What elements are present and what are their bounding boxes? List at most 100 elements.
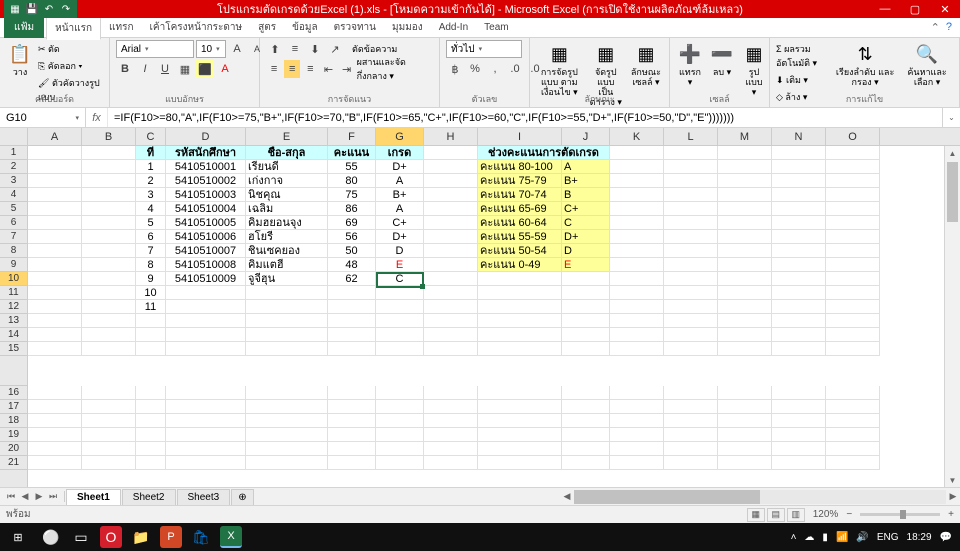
cell[interactable] (82, 272, 136, 286)
col-header[interactable]: H (424, 128, 478, 145)
cell[interactable] (424, 328, 478, 342)
cell[interactable]: C+ (562, 202, 610, 216)
cell[interactable] (826, 258, 880, 272)
cell[interactable]: 56 (328, 230, 376, 244)
cell[interactable] (610, 428, 664, 442)
cell[interactable] (82, 442, 136, 456)
cell[interactable] (718, 244, 772, 258)
cell[interactable] (718, 272, 772, 286)
cell[interactable] (610, 442, 664, 456)
cell[interactable] (826, 286, 880, 300)
cell[interactable] (772, 428, 826, 442)
cell[interactable] (28, 188, 82, 202)
cell[interactable] (28, 216, 82, 230)
horizontal-scrollbar[interactable] (574, 490, 946, 504)
cell[interactable] (246, 400, 328, 414)
row-header[interactable]: 11 (0, 286, 27, 300)
cell[interactable] (772, 400, 826, 414)
col-header[interactable]: E (246, 128, 328, 145)
cell[interactable] (826, 428, 880, 442)
cell[interactable]: คะแนน 80-100 (478, 160, 562, 174)
undo-icon[interactable]: ↶ (42, 2, 56, 16)
cell[interactable]: คะแนน 0-49 (478, 258, 562, 272)
tab-layout[interactable]: เค้าโครงหน้ากระดาษ (142, 17, 251, 38)
excel-taskbar-icon[interactable]: X (220, 526, 242, 548)
search-icon[interactable]: ⚪ (36, 523, 66, 551)
cell[interactable] (718, 230, 772, 244)
cell[interactable] (664, 174, 718, 188)
cell[interactable] (664, 300, 718, 314)
cell[interactable] (718, 314, 772, 328)
cell[interactable] (562, 314, 610, 328)
cell[interactable] (664, 442, 718, 456)
vertical-scrollbar[interactable]: ▲ ▼ (944, 146, 960, 487)
cell[interactable] (424, 202, 478, 216)
cell[interactable]: 48 (328, 258, 376, 272)
cell[interactable] (718, 342, 772, 356)
cell[interactable] (772, 146, 826, 160)
row-header[interactable]: 1 (0, 146, 27, 160)
cell[interactable] (28, 146, 82, 160)
onedrive-icon[interactable]: ☁ (804, 532, 814, 543)
cell[interactable] (826, 216, 880, 230)
cell[interactable] (82, 216, 136, 230)
cell[interactable] (246, 328, 328, 342)
cell[interactable] (772, 216, 826, 230)
cell[interactable] (478, 414, 562, 428)
sheet-tab[interactable]: Sheet2 (122, 489, 176, 505)
cell[interactable] (772, 386, 826, 400)
cell[interactable] (424, 300, 478, 314)
cell[interactable] (376, 286, 424, 300)
cell[interactable] (28, 174, 82, 188)
hscroll-right-icon[interactable]: ▶ (946, 491, 960, 502)
increase-decimal-icon[interactable]: .0 (506, 60, 524, 78)
cell[interactable] (136, 414, 166, 428)
cell[interactable] (826, 188, 880, 202)
cell[interactable] (424, 244, 478, 258)
cell[interactable] (166, 300, 246, 314)
cell[interactable]: ฮโยรี (246, 230, 328, 244)
cell[interactable] (610, 286, 664, 300)
cell[interactable] (478, 342, 562, 356)
cell[interactable] (28, 286, 82, 300)
cell[interactable] (718, 188, 772, 202)
save-icon[interactable]: 💾 (25, 2, 39, 16)
cell[interactable] (246, 300, 328, 314)
cell[interactable] (772, 300, 826, 314)
cell[interactable] (28, 314, 82, 328)
cell[interactable] (610, 258, 664, 272)
cell[interactable]: 5410510002 (166, 174, 246, 188)
sheet-nav-last-icon[interactable]: ⏭ (46, 491, 60, 502)
align-bottom-icon[interactable]: ⬇ (306, 40, 324, 58)
percent-icon[interactable]: % (466, 60, 484, 78)
tab-addin[interactable]: Add-In (431, 19, 476, 36)
normal-view-button[interactable]: ▦ (747, 508, 765, 522)
cell[interactable] (82, 314, 136, 328)
cell[interactable] (610, 328, 664, 342)
task-view-icon[interactable]: ▭ (66, 523, 96, 551)
cell[interactable] (478, 328, 562, 342)
cell[interactable] (772, 258, 826, 272)
cell[interactable]: C (562, 216, 610, 230)
cell[interactable]: 5410510005 (166, 216, 246, 230)
cell[interactable] (826, 442, 880, 456)
wifi-icon[interactable]: 📶 (836, 532, 848, 543)
cell[interactable] (610, 314, 664, 328)
cell[interactable]: 2 (136, 174, 166, 188)
cell[interactable] (718, 286, 772, 300)
fill-button[interactable]: ⬇ เติม ▾ (776, 73, 829, 87)
cell[interactable]: 5410510003 (166, 188, 246, 202)
cell[interactable] (424, 258, 478, 272)
cell[interactable] (82, 414, 136, 428)
cell[interactable]: D+ (376, 160, 424, 174)
sheet-nav-prev-icon[interactable]: ◀ (18, 491, 32, 502)
restore-button[interactable]: ▢ (900, 0, 930, 18)
cell[interactable] (424, 314, 478, 328)
cell[interactable]: คะแนน (328, 146, 376, 160)
row-header[interactable]: 6 (0, 216, 27, 230)
sheet-tab[interactable]: Sheet3 (177, 489, 231, 505)
cell[interactable] (664, 400, 718, 414)
cell[interactable] (664, 202, 718, 216)
new-sheet-button[interactable]: ⊕ (231, 489, 253, 505)
align-right-icon[interactable]: ≡ (302, 60, 318, 78)
